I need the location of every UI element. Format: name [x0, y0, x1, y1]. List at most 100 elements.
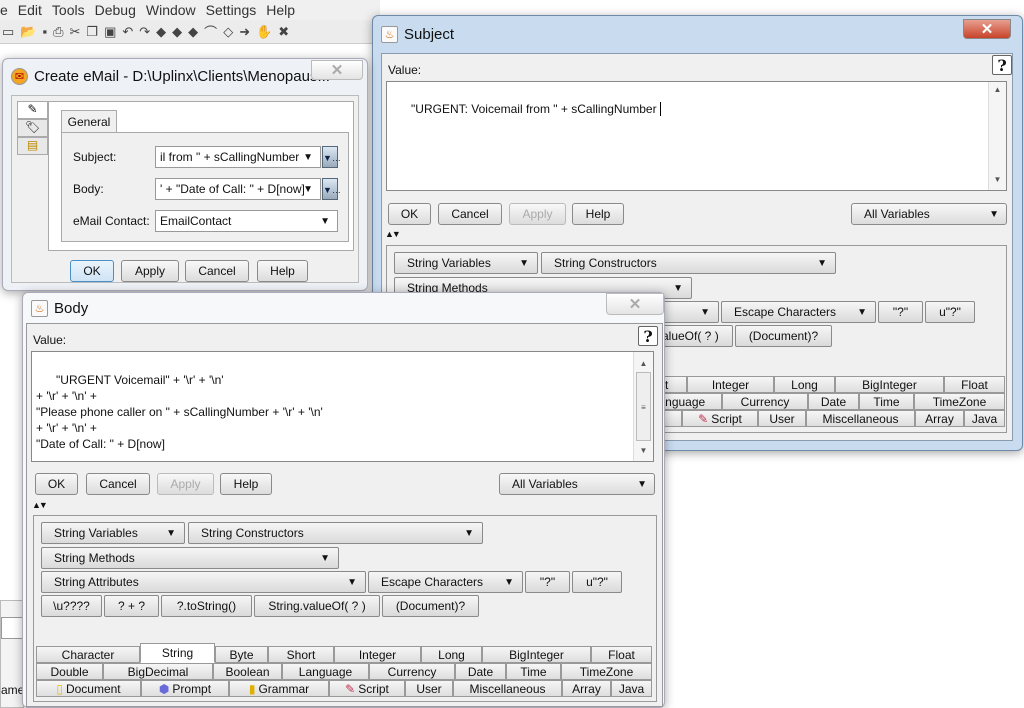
insert-button-tostring[interactable]: ?.toString()	[161, 595, 252, 617]
body-field[interactable]: ' + "Date of Call: " + D[now] ▼	[155, 178, 321, 200]
create-email-ok-button[interactable]: OK	[70, 260, 114, 282]
new-icon[interactable]: ▭	[2, 24, 14, 40]
step-icon[interactable]: ◆	[156, 24, 166, 40]
tab-general[interactable]: General	[61, 110, 117, 132]
create-email-help-button[interactable]: Help	[257, 260, 308, 282]
dropdown-string-constructors[interactable]: String Constructors ▼	[541, 252, 836, 274]
subject-field[interactable]: il from " + sCallingNumber ▼	[155, 146, 321, 168]
body-cancel-button[interactable]: Cancel	[86, 473, 150, 495]
tab-grammar[interactable]: ▮Grammar	[229, 680, 329, 697]
body-scrollbar[interactable]: ▲ ≡ ▼	[633, 352, 653, 461]
body-help-icon[interactable]: ?	[638, 326, 658, 346]
redo-icon[interactable]: ↷	[139, 24, 150, 40]
stop-hand-icon[interactable]: ✋	[256, 24, 272, 40]
tab-currency[interactable]: Currency	[722, 393, 808, 410]
insert-button-item[interactable]: "?"	[878, 301, 923, 323]
chevron-down-icon[interactable]: ▼	[303, 184, 313, 195]
tab-byte[interactable]: Byte	[215, 646, 268, 663]
copy-icon[interactable]: ❐	[86, 24, 98, 40]
tab-integer[interactable]: Integer	[334, 646, 421, 663]
tab-integer[interactable]: Integer	[687, 376, 774, 393]
body-palette-toggle[interactable]: ▲▼	[32, 500, 48, 510]
dropdown-string-constructors[interactable]: String Constructors ▼	[188, 522, 483, 544]
tab-array[interactable]: Array	[562, 680, 611, 697]
subject-help-icon[interactable]: ?	[992, 55, 1012, 75]
dropdown-string-methods[interactable]: String Methods ▼	[41, 547, 339, 569]
insert-button-document[interactable]: (Document)?	[735, 325, 832, 347]
tab-time[interactable]: Time	[859, 393, 914, 410]
menu-help[interactable]: Help	[266, 2, 295, 18]
insert-button-u[interactable]: u"?"	[572, 571, 622, 593]
dropdown-string-variables[interactable]: String Variables ▼	[394, 252, 538, 274]
subject-edit-button[interactable]: ▼…	[322, 146, 341, 168]
tab-currency[interactable]: Currency	[369, 663, 455, 680]
body-titlebar[interactable]: ♨ Body	[23, 293, 664, 323]
tab-short[interactable]: Short	[268, 646, 334, 663]
tab-float[interactable]: Float	[944, 376, 1005, 393]
insert-button-document[interactable]: (Document)?	[382, 595, 479, 617]
tab-long[interactable]: Long	[421, 646, 482, 663]
insert-button-item[interactable]: ? + ?	[104, 595, 159, 617]
undo-icon[interactable]: ↶	[122, 24, 133, 40]
subject-cancel-button[interactable]: Cancel	[438, 203, 502, 225]
tab-array[interactable]: Array	[915, 410, 964, 427]
insert-button-string-valueof[interactable]: String.valueOf( ? )	[254, 595, 380, 617]
tab-biginteger[interactable]: BigInteger	[835, 376, 944, 393]
tab-timezone[interactable]: TimeZone	[914, 393, 1005, 410]
tab-miscellaneous[interactable]: Miscellaneous	[453, 680, 562, 697]
tab-java[interactable]: Java	[964, 410, 1005, 427]
scroll-thumb[interactable]: ≡	[636, 372, 651, 441]
open-icon[interactable]: 📂	[20, 24, 36, 40]
subject-value-input[interactable]: "URGENT: Voicemail from " + sCallingNumb…	[386, 81, 1007, 191]
dropdown-string-variables[interactable]: String Variables ▼	[41, 522, 185, 544]
subject-help-button[interactable]: Help	[572, 203, 624, 225]
step-out-icon[interactable]: ◆	[188, 24, 198, 40]
tab-long[interactable]: Long	[774, 376, 835, 393]
body-apply-button[interactable]: Apply	[157, 473, 214, 495]
body-help-button[interactable]: Help	[220, 473, 272, 495]
insert-button-item[interactable]: "?"	[525, 571, 570, 593]
paste-icon[interactable]: ▣	[104, 24, 116, 40]
tab-double[interactable]: Double	[36, 663, 103, 680]
body-edit-button[interactable]: ▼…	[322, 178, 341, 200]
tab-biginteger[interactable]: BigInteger	[482, 646, 591, 663]
subject-ok-button[interactable]: OK	[388, 203, 431, 225]
tab-language[interactable]: Language	[282, 663, 369, 680]
body-close-button[interactable]: ✕	[606, 293, 664, 315]
chevron-down-icon[interactable]: ▼	[303, 152, 313, 163]
tab-java[interactable]: Java	[611, 680, 652, 697]
body-value-input[interactable]: "URGENT Voicemail" + '\r' + '\n' + '\r' …	[31, 351, 654, 462]
tab-string[interactable]: String	[140, 643, 215, 663]
dropdown-escape-characters[interactable]: Escape Characters ▼	[721, 301, 876, 323]
menu-debug[interactable]: Debug	[95, 2, 136, 18]
menu-file[interactable]: e	[0, 2, 8, 18]
subject-variables-select[interactable]: All Variables ▼	[851, 203, 1007, 225]
tab-script[interactable]: ✎ Script	[329, 680, 405, 697]
tab-character[interactable]: Character	[36, 646, 140, 663]
tab-boolean[interactable]: Boolean	[213, 663, 282, 680]
insert-button-u[interactable]: u"?"	[925, 301, 975, 323]
tab-float[interactable]: Float	[591, 646, 652, 663]
tab-bigdecimal[interactable]: BigDecimal	[103, 663, 213, 680]
tag-tab-icon[interactable]: 🏷	[17, 119, 48, 137]
subject-scrollbar[interactable]: ▲ ▼	[988, 82, 1006, 190]
save-icon[interactable]: ▪	[42, 24, 47, 39]
create-email-apply-button[interactable]: Apply	[121, 260, 179, 282]
menu-tools[interactable]: Tools	[52, 2, 85, 18]
run-to-icon[interactable]: ◇	[223, 24, 233, 40]
body-ok-button[interactable]: OK	[35, 473, 78, 495]
notes-tab-icon[interactable]: ▤	[17, 137, 48, 155]
run-icon[interactable]: ⌒	[204, 22, 217, 41]
tab-miscellaneous[interactable]: Miscellaneous	[806, 410, 915, 427]
cancel-icon[interactable]: ✖	[278, 24, 289, 40]
menu-edit[interactable]: Edit	[18, 2, 42, 18]
properties-tab-icon[interactable]: ✎	[17, 101, 48, 119]
tab-script[interactable]: ✎ Script	[682, 410, 758, 427]
tab-document[interactable]: ▯Document	[36, 680, 141, 697]
dropdown-string-attributes[interactable]: String Attributes ▼	[41, 571, 366, 593]
subject-titlebar[interactable]: ♨ Subject	[373, 16, 1022, 53]
tab-user[interactable]: User	[405, 680, 453, 697]
tab-date[interactable]: Date	[808, 393, 859, 410]
subject-palette-toggle[interactable]: ▲▼	[385, 229, 401, 239]
email-contact-select[interactable]: EmailContact ▼	[155, 210, 338, 232]
